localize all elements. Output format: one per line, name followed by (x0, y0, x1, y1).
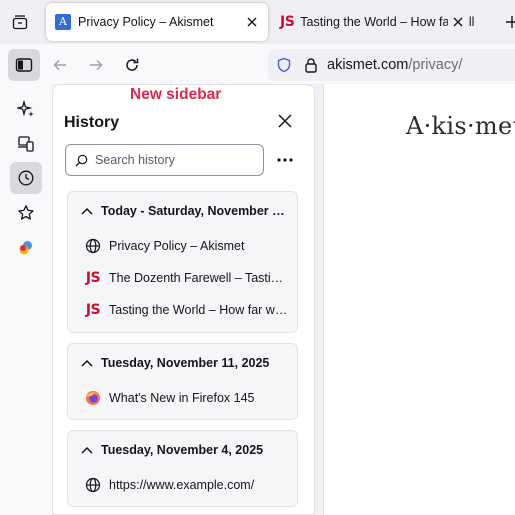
akismet-logo[interactable]: A·kis·met (406, 112, 515, 140)
search-history-input[interactable] (95, 153, 255, 167)
web-page-content: A·kis·met (323, 84, 515, 515)
js-favicon-icon: JS (280, 14, 295, 30)
history-item-title: https://www.example.com/ (109, 478, 255, 492)
chevron-up-icon (81, 359, 93, 367)
history-clock-icon[interactable] (10, 162, 42, 194)
history-item-title: What's New in Firefox 145 (109, 391, 255, 405)
js-icon: JS (85, 302, 101, 318)
history-sidebar: New sidebar History Today - Saturday, No… (52, 84, 315, 515)
tab-tasting-the-world[interactable]: JS Tasting the World – How far will (274, 3, 474, 41)
group-date: Tuesday, November 11, 2025 (101, 356, 270, 370)
tab-title: Privacy Policy – Akismet (78, 15, 214, 29)
url-path: /privacy/ (408, 57, 463, 73)
sidebar-toggle-icon[interactable] (8, 49, 40, 81)
sidebar-title: History (64, 114, 120, 131)
history-group-nov-11: Tuesday, November 11, 2025 What's New in… (67, 343, 298, 420)
group-date: Tuesday, November 4, 2025 (101, 443, 264, 457)
tab-close-icon[interactable] (448, 12, 468, 32)
firefox-icon (84, 390, 102, 406)
tab-overview-icon[interactable] (6, 8, 34, 36)
back-arrow-icon[interactable] (46, 51, 74, 79)
search-icon (75, 154, 88, 167)
js-icon: JS (85, 270, 101, 286)
chevron-up-icon (81, 446, 93, 454)
chevron-up-icon (81, 207, 93, 215)
ai-chatbot-sparkle-icon[interactable] (10, 93, 42, 125)
tab-close-icon[interactable] (242, 12, 262, 32)
tab-strip: A Privacy Policy – Akismet JS Tasting th… (0, 0, 515, 44)
more-options-icon[interactable] (273, 148, 297, 172)
history-item-title: Privacy Policy – Akismet (109, 239, 245, 253)
history-item[interactable]: Privacy Policy – Akismet (68, 230, 297, 262)
history-item[interactable]: https://www.example.com/ (68, 469, 297, 501)
history-item-title: Tasting the World – How far will you go? (109, 303, 289, 317)
history-item[interactable]: What's New in Firefox 145 (68, 382, 297, 414)
url-host: akismet.com (327, 57, 409, 73)
sidebar-launcher-rail (0, 84, 52, 515)
url-bar[interactable]: akismet.com/privacy/ (268, 49, 515, 81)
tracking-protection-shield-icon[interactable] (276, 57, 292, 73)
globe-icon (84, 238, 102, 254)
reload-icon[interactable] (118, 51, 146, 79)
extension-colorful-icon[interactable] (10, 232, 42, 264)
history-group-nov-4: Tuesday, November 4, 2025 https://www.ex… (67, 430, 298, 507)
history-item-title: The Dozenth Farewell – Tasting the World (109, 271, 289, 285)
group-header[interactable]: Today - Saturday, November 22, 2025 (68, 192, 297, 230)
group-header[interactable]: Tuesday, November 4, 2025 (68, 431, 297, 469)
history-group-today: Today - Saturday, November 22, 2025 Priv… (67, 191, 298, 333)
history-item[interactable]: JS Tasting the World – How far will you … (68, 294, 297, 326)
history-item[interactable]: JS The Dozenth Farewell – Tasting the Wo… (68, 262, 297, 294)
group-header[interactable]: Tuesday, November 11, 2025 (68, 344, 297, 382)
synced-tabs-devices-icon[interactable] (10, 128, 42, 160)
navigation-toolbar: akismet.com/privacy/ (0, 44, 515, 84)
lock-icon[interactable] (304, 57, 318, 73)
new-tab-plus-icon[interactable] (502, 12, 515, 32)
akismet-favicon-icon: A (55, 14, 71, 30)
globe-icon (84, 477, 102, 493)
tab-akismet-privacy[interactable]: A Privacy Policy – Akismet (46, 3, 268, 41)
new-sidebar-annotation: New sidebar (130, 86, 222, 103)
close-sidebar-icon[interactable] (273, 109, 297, 133)
search-history-field[interactable] (65, 144, 264, 176)
forward-arrow-icon[interactable] (82, 51, 110, 79)
group-date: Today - Saturday, November 22, 2025 (101, 204, 286, 218)
bookmarks-star-icon[interactable] (10, 197, 42, 229)
